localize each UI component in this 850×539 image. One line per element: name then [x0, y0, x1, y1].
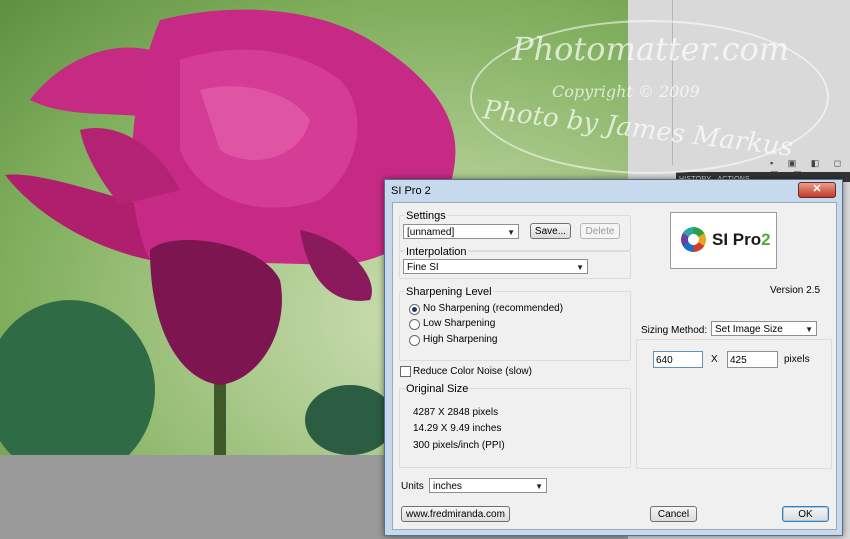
reduce-noise-checkbox[interactable]: [400, 366, 411, 377]
aperture-icon: [681, 227, 706, 252]
watermark-line1: Photomatter.com: [512, 30, 790, 68]
original-pixels: 4287 X 2848 pixels: [413, 407, 499, 418]
cancel-button[interactable]: Cancel: [650, 506, 697, 522]
sizing-method-label: Sizing Method:: [641, 325, 708, 336]
interpolation-select[interactable]: Fine SI ▼: [403, 259, 588, 274]
radio-label-high-sharpening: High Sharpening: [423, 334, 498, 345]
logo-suffix: 2: [761, 230, 771, 249]
settings-select[interactable]: [unnamed] ▼: [403, 224, 519, 239]
si-pro-dialog: SI Pro 2 ✕ Settings [unnamed] ▼ Save... …: [384, 179, 843, 536]
original-size-label: Original Size: [405, 383, 470, 395]
reduce-noise-label: Reduce Color Noise (slow): [413, 366, 532, 377]
chevron-down-icon: ▼: [535, 482, 543, 491]
sharpening-label: Sharpening Level: [405, 286, 493, 298]
watermark: Photomatter.com Copyright © 2009 Photo b…: [470, 20, 829, 174]
version-label: Version 2.5: [770, 285, 821, 296]
save-button[interactable]: Save...: [530, 223, 571, 239]
chevron-down-icon: ▼: [507, 228, 515, 237]
width-input[interactable]: 640: [653, 351, 703, 368]
website-button[interactable]: www.fredmiranda.com: [401, 506, 510, 522]
radio-no-sharpening[interactable]: [409, 304, 420, 315]
original-inches: 14.29 X 9.49 inches: [413, 423, 502, 434]
delete-button[interactable]: Delete: [580, 223, 620, 239]
radio-label-low-sharpening: Low Sharpening: [423, 318, 496, 329]
title-bar[interactable]: SI Pro 2 ✕: [385, 180, 842, 202]
radio-low-sharpening[interactable]: [409, 319, 420, 330]
interpolation-label: Interpolation: [405, 246, 468, 258]
units-select[interactable]: inches ▼: [429, 478, 547, 493]
logo-text: SI Pro: [712, 230, 762, 249]
radio-high-sharpening[interactable]: [409, 335, 420, 346]
si-pro-logo: SI Pro2: [670, 212, 777, 269]
units-value: inches: [433, 481, 462, 492]
watermark-line2: Copyright © 2009: [552, 82, 700, 101]
settings-label: Settings: [405, 210, 447, 222]
chevron-down-icon: ▼: [576, 263, 584, 272]
watermark-line3: Photo by James Markus: [481, 95, 795, 163]
settings-value: [unnamed]: [407, 227, 455, 238]
close-button[interactable]: ✕: [798, 182, 836, 198]
radio-label-no-sharpening: No Sharpening (recommended): [423, 303, 564, 314]
dialog-client: Settings [unnamed] ▼ Save... Delete Inte…: [392, 202, 837, 530]
sizing-method-select[interactable]: Set Image Size ▼: [711, 321, 817, 336]
interpolation-value: Fine SI: [407, 262, 439, 273]
ok-button[interactable]: OK: [782, 506, 829, 522]
chevron-down-icon: ▼: [805, 325, 813, 334]
sizing-method-value: Set Image Size: [715, 324, 783, 335]
times-sign: X: [711, 354, 718, 365]
original-ppi: 300 pixels/inch (PPI): [413, 440, 505, 451]
height-input[interactable]: 425: [727, 351, 778, 368]
pixels-unit-label: pixels: [784, 354, 810, 365]
units-label: Units: [401, 481, 424, 492]
window-title: SI Pro 2: [391, 185, 431, 197]
